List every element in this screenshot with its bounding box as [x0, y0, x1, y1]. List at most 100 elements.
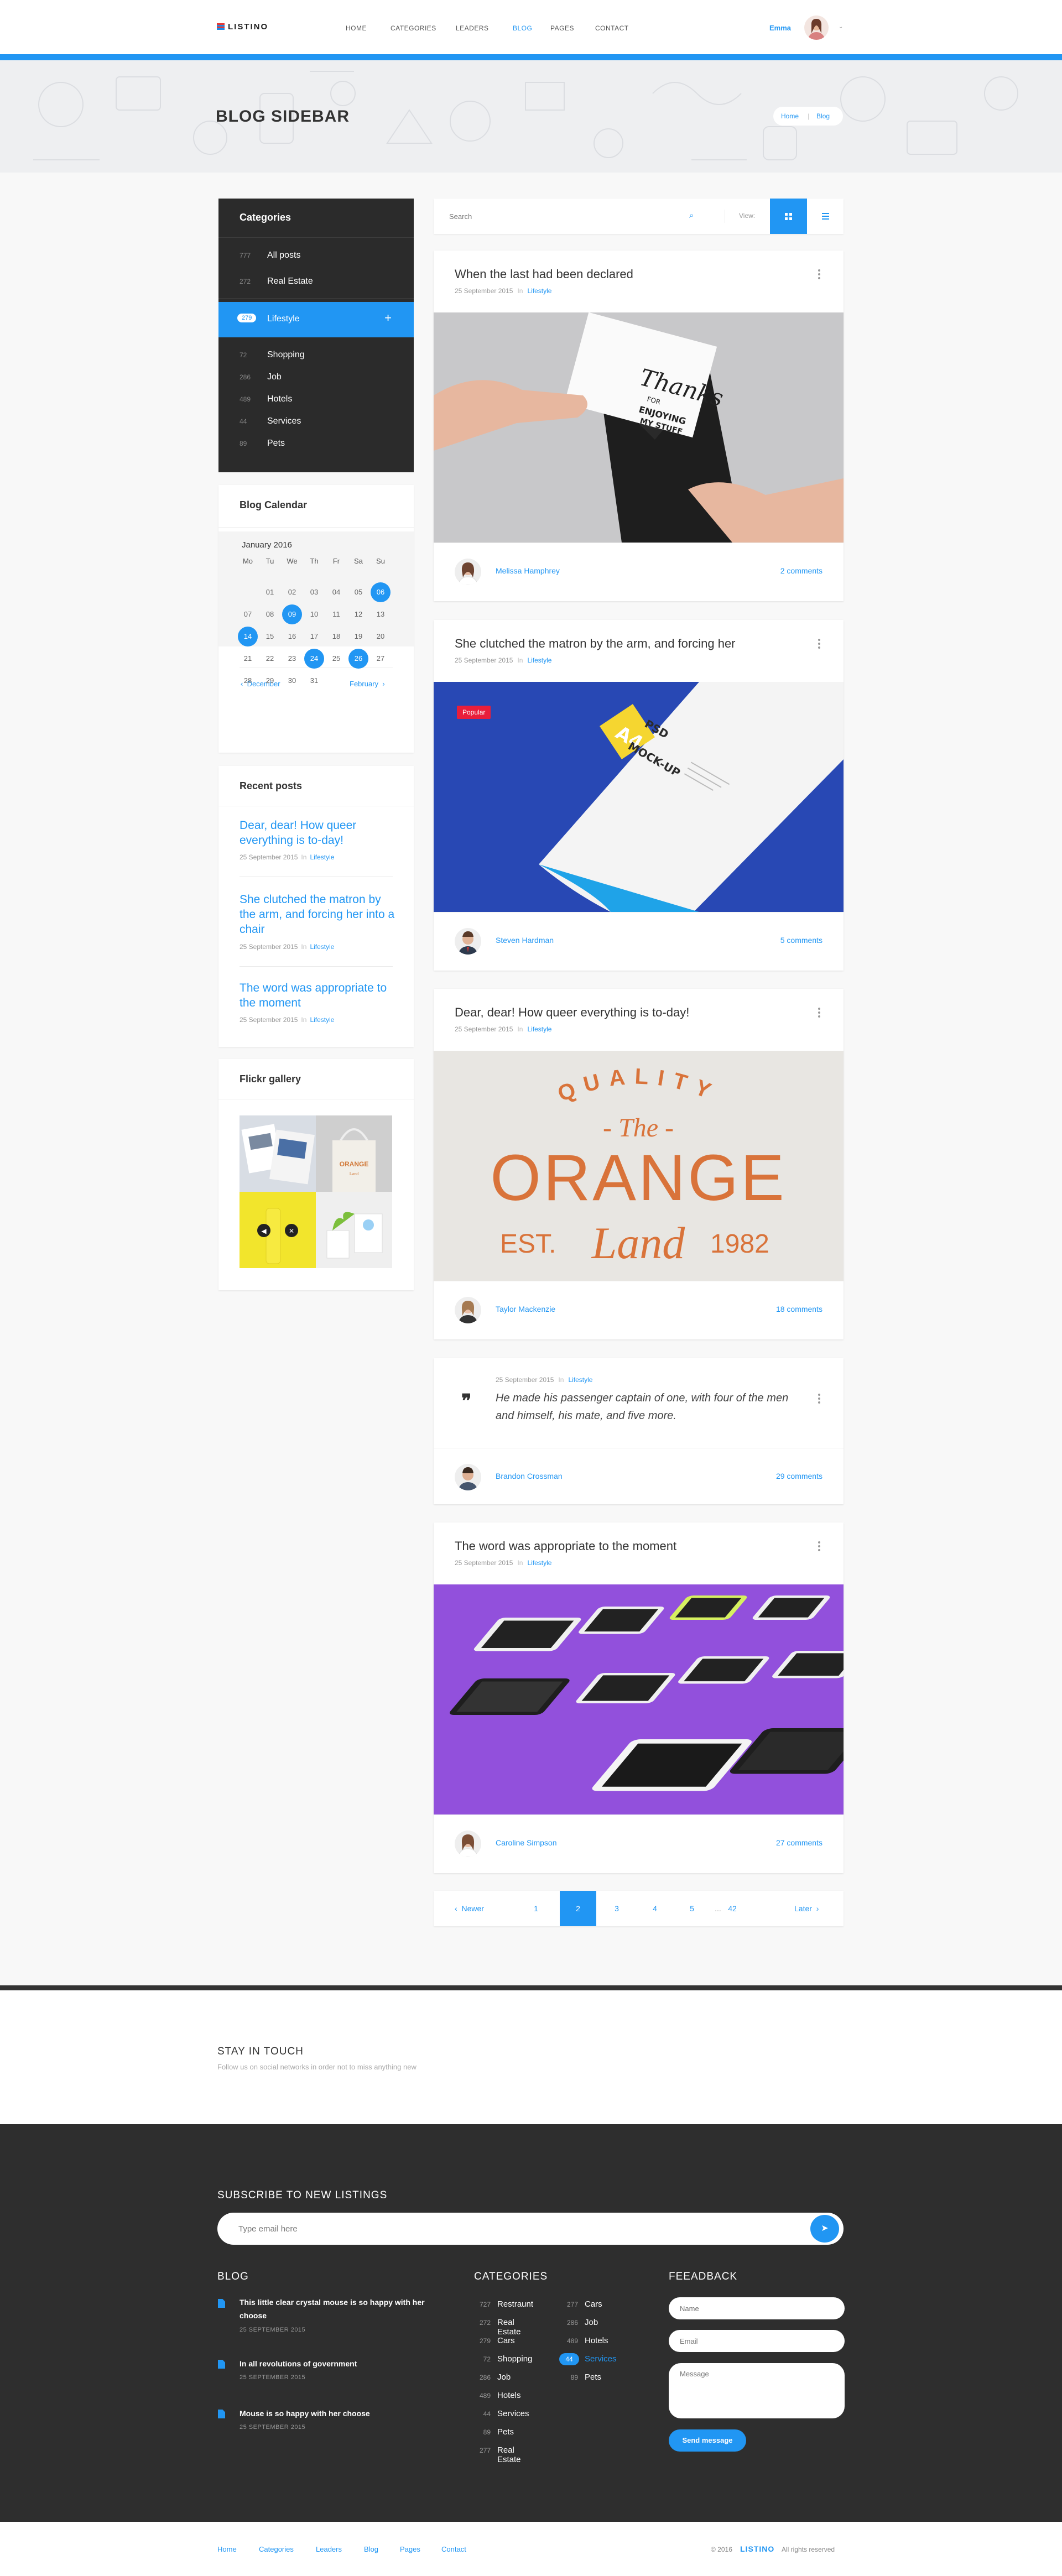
pagination-page-current[interactable]: 2: [560, 1891, 596, 1926]
post-category[interactable]: Lifestyle: [568, 1376, 592, 1384]
category-item-services[interactable]: 44 Services: [218, 411, 414, 433]
calendar-day[interactable]: 15: [260, 627, 280, 646]
pagination-newer-link[interactable]: ‹ Newer: [455, 1891, 484, 1926]
author-avatar[interactable]: [455, 928, 481, 955]
post-comments-link[interactable]: 18 comments: [776, 1305, 822, 1313]
post-category[interactable]: Lifestyle: [527, 1559, 551, 1567]
breadcrumb-blog[interactable]: Blog: [816, 112, 830, 120]
post-author[interactable]: Steven Hardman: [496, 936, 554, 945]
calendar-day[interactable]: 04: [326, 582, 346, 602]
calendar-next-link[interactable]: February ›: [350, 680, 385, 688]
calendar-day[interactable]: 12: [348, 604, 368, 624]
post-title[interactable]: The word was appropriate to the moment: [455, 1539, 676, 1553]
flickr-thumb-bottle[interactable]: ◀ ✕: [240, 1192, 316, 1268]
vk-icon[interactable]: vk: [728, 2043, 756, 2071]
category-item-all-posts[interactable]: 777 All posts: [218, 245, 414, 267]
post-menu-icon[interactable]: [818, 269, 820, 279]
calendar-day[interactable]: 02: [282, 582, 302, 602]
footer-blog-post[interactable]: Mouse is so happy with her choose: [240, 2407, 444, 2420]
calendar-day[interactable]: 22: [260, 649, 280, 669]
category-item-shopping[interactable]: 72 Shopping: [218, 345, 414, 367]
footer-link-leaders[interactable]: Leaders: [316, 2545, 342, 2553]
calendar-day[interactable]: 21: [238, 649, 258, 669]
post-comments-link[interactable]: 27 comments: [776, 1838, 822, 1847]
google-plus-icon[interactable]: G: [639, 2043, 667, 2071]
calendar-day-highlighted[interactable]: 06: [371, 582, 391, 602]
post-comments-link[interactable]: 2 comments: [780, 566, 822, 575]
calendar-day[interactable]: 25: [326, 649, 346, 669]
calendar-day[interactable]: 18: [326, 627, 346, 646]
calendar-day[interactable]: 16: [282, 627, 302, 646]
pagination-later-link[interactable]: Later ›: [794, 1891, 819, 1926]
feedback-name-input[interactable]: [669, 2297, 845, 2319]
calendar-day[interactable]: 30: [282, 671, 302, 691]
send-message-button[interactable]: Send message: [669, 2429, 746, 2452]
post-title[interactable]: When the last had been declared: [455, 267, 633, 281]
author-avatar[interactable]: [455, 1464, 481, 1490]
author-avatar[interactable]: [455, 559, 481, 585]
post-comments-link[interactable]: 5 comments: [780, 936, 822, 945]
nav-pages[interactable]: PAGES: [550, 24, 574, 32]
calendar-day[interactable]: 07: [238, 604, 258, 624]
footer-link-pages[interactable]: Pages: [400, 2545, 420, 2553]
recent-post-title[interactable]: The word was appropriate to the moment: [240, 981, 400, 1010]
post-author[interactable]: Melissa Hamphrey: [496, 566, 560, 575]
post-author[interactable]: Taylor Mackenzie: [496, 1305, 555, 1313]
calendar-day[interactable]: 03: [304, 582, 324, 602]
post-title[interactable]: She clutched the matron by the arm, and …: [455, 637, 736, 651]
category-item-real-estate[interactable]: 272 Real Estate: [218, 271, 414, 293]
calendar-day[interactable]: 19: [348, 627, 368, 646]
calendar-day[interactable]: 29: [260, 671, 280, 691]
category-item-job[interactable]: 286 Job: [218, 367, 414, 389]
expand-plus-icon[interactable]: +: [384, 311, 392, 325]
post-author[interactable]: Brandon Crossman: [496, 1472, 563, 1480]
category-item-pets[interactable]: 89 Pets: [218, 433, 414, 455]
category-item-lifestyle[interactable]: 279 Lifestyle +: [218, 302, 414, 337]
calendar-day-highlighted[interactable]: 09: [282, 604, 302, 624]
subscribe-send-button[interactable]: ➤: [810, 2215, 839, 2243]
list-view-button[interactable]: [807, 199, 844, 234]
logo[interactable]: LISTINO: [217, 22, 268, 32]
post-menu-icon[interactable]: [818, 1394, 820, 1404]
post-author[interactable]: Caroline Simpson: [496, 1838, 557, 1847]
pagination-page[interactable]: 4: [647, 1891, 663, 1926]
recent-post-category[interactable]: Lifestyle: [310, 853, 334, 861]
pagination-page[interactable]: 42: [724, 1891, 741, 1926]
feedback-email-input[interactable]: [669, 2330, 845, 2352]
calendar-day[interactable]: 31: [304, 671, 324, 691]
post-comments-link[interactable]: 29 comments: [776, 1472, 822, 1480]
category-item-hotels[interactable]: 489 Hotels: [218, 389, 414, 411]
nav-contact[interactable]: CONTACT: [595, 24, 629, 32]
calendar-day[interactable]: 23: [282, 649, 302, 669]
post-menu-icon[interactable]: [818, 1008, 820, 1018]
calendar-day[interactable]: 10: [304, 604, 324, 624]
user-avatar[interactable]: [804, 15, 829, 40]
flickr-thumb-plant[interactable]: [316, 1192, 392, 1268]
recent-post-category[interactable]: Lifestyle: [310, 1016, 334, 1024]
post-title[interactable]: Dear, dear! How queer everything is to-d…: [455, 1005, 689, 1020]
post-image[interactable]: QUALITY - The - ORANGE EST. Land 1982: [434, 1051, 844, 1281]
author-avatar[interactable]: [455, 1831, 481, 1857]
search-icon[interactable]: ⌕: [689, 211, 694, 220]
calendar-day-highlighted[interactable]: 24: [304, 649, 324, 669]
calendar-day[interactable]: 08: [260, 604, 280, 624]
dribbble-icon[interactable]: ◎: [773, 2043, 801, 2071]
calendar-day[interactable]: 11: [326, 604, 346, 624]
nav-categories[interactable]: CATEGORIES: [391, 24, 436, 32]
user-menu-chevron-icon[interactable]: ⌄: [839, 24, 843, 30]
footer-link-categories[interactable]: Categories: [259, 2545, 294, 2553]
nav-blog[interactable]: BLOG: [513, 24, 532, 32]
calendar-day[interactable]: 13: [371, 604, 391, 624]
user-name[interactable]: Emma: [769, 24, 791, 32]
calendar-day[interactable]: 27: [371, 649, 391, 669]
post-menu-icon[interactable]: [818, 1541, 820, 1551]
footer-link-contact[interactable]: Contact: [441, 2545, 466, 2553]
post-menu-icon[interactable]: [818, 639, 820, 649]
footer-blog-post[interactable]: This little clear crystal mouse is so ha…: [240, 2296, 444, 2322]
post-category[interactable]: Lifestyle: [527, 656, 551, 664]
search-input[interactable]: [434, 199, 727, 234]
calendar-day[interactable]: 17: [304, 627, 324, 646]
calendar-day[interactable]: 28: [238, 671, 258, 691]
footer-blog-post[interactable]: In all revolutions of government: [240, 2357, 444, 2370]
calendar-day-highlighted[interactable]: 26: [348, 649, 368, 669]
